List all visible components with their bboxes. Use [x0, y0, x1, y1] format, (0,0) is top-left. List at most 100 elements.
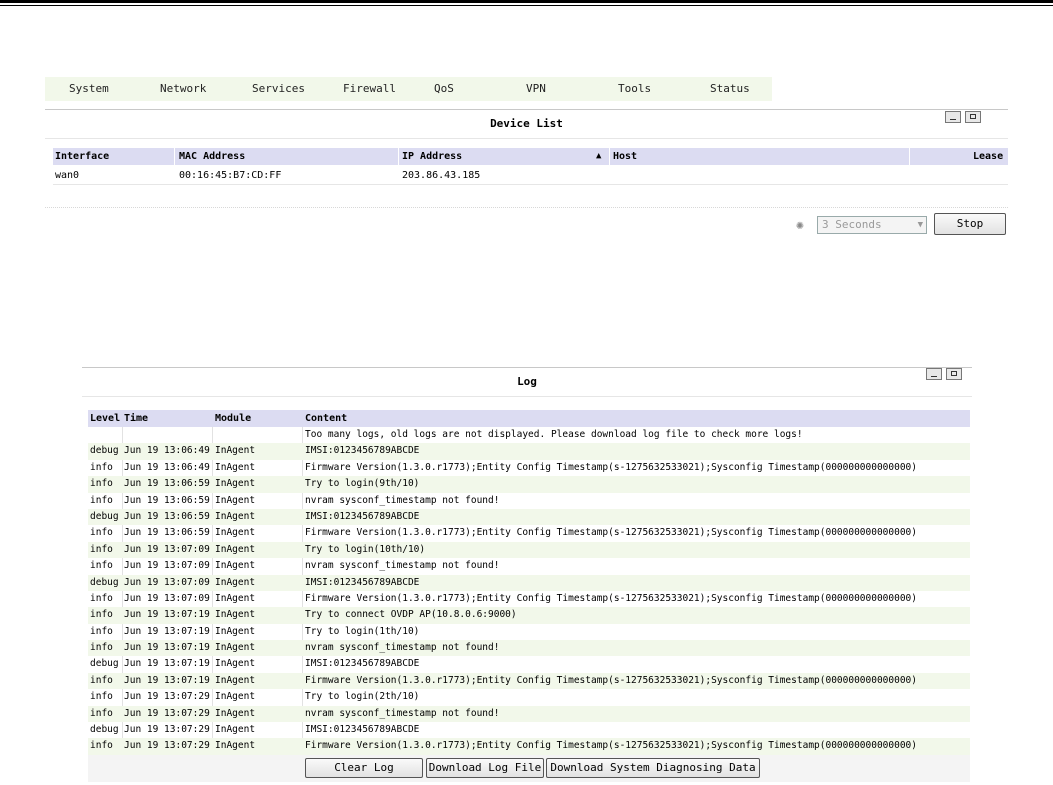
minimize-button[interactable]: [926, 368, 942, 380]
log-module: InAgent: [215, 560, 256, 572]
log-module: InAgent: [215, 527, 256, 539]
cell-mac: 00:16:45:B7:CD:FF: [179, 170, 282, 181]
log-module: InAgent: [215, 461, 256, 473]
log-time: Jun 19 13:06:49: [124, 461, 210, 473]
log-module: InAgent: [215, 543, 256, 555]
log-time: Jun 19 13:07:19: [124, 609, 210, 621]
device-table-header: Interface MAC Address IP Address ▲ Host …: [53, 148, 1008, 165]
col-time[interactable]: Time: [124, 410, 148, 427]
panel-divider: [45, 207, 1008, 208]
log-module: InAgent: [215, 724, 256, 736]
main-menu: System Network Services Firewall QoS VPN…: [45, 77, 772, 101]
menu-tools[interactable]: Tools: [618, 77, 651, 101]
log-row: debug Jun 19 13:07:29 InAgent IMSI:01234567…: [88, 722, 970, 738]
col-ip-address[interactable]: IP Address: [402, 148, 462, 165]
log-level: info: [90, 707, 113, 719]
menu-firewall[interactable]: Firewall: [343, 77, 396, 101]
menu-services[interactable]: Services: [252, 77, 305, 101]
log-window-controls: [926, 368, 962, 381]
minimize-button[interactable]: [945, 111, 961, 123]
panel-divider: [82, 396, 972, 397]
col-host[interactable]: Host: [613, 148, 637, 165]
menu-vpn[interactable]: VPN: [526, 77, 546, 101]
log-content: Try to login(10th/10): [305, 543, 426, 555]
log-notice: Too many logs, old logs are not displaye…: [305, 429, 803, 440]
panel-divider: [45, 138, 1008, 139]
cell-interface: wan0: [55, 170, 80, 181]
maximize-button[interactable]: [946, 368, 962, 380]
maximize-icon: [951, 371, 957, 376]
log-content: Firmware Version(1.3.0.r1773);Entity Con…: [305, 740, 917, 752]
log-content: IMSI:0123456789ABCDE: [305, 576, 420, 588]
log-row: info Jun 19 13:07:09 InAgent Try to login(1…: [88, 541, 970, 559]
log-level: info: [90, 527, 113, 539]
log-module: InAgent: [215, 478, 256, 490]
log-module: InAgent: [215, 691, 256, 703]
log-time: Jun 19 13:07:09: [124, 592, 210, 604]
log-level: debug: [90, 576, 119, 588]
log-rows: debug Jun 19 13:06:49 InAgent IMSI:01234567…: [88, 443, 970, 755]
log-level: info: [90, 642, 113, 654]
log-row: info Jun 19 13:07:19 InAgent nvram sysconf_…: [88, 640, 970, 657]
log-module: InAgent: [215, 625, 256, 637]
log-level: info: [90, 674, 113, 686]
log-time: Jun 19 13:07:29: [124, 691, 210, 703]
log-level: info: [90, 478, 113, 490]
log-row: info Jun 19 13:06:59 InAgent Firmware Versi…: [88, 525, 970, 541]
log-row: info Jun 19 13:07:29 InAgent nvram sysconf_…: [88, 705, 970, 723]
minimize-icon: [931, 376, 937, 377]
menu-qos[interactable]: QoS: [434, 77, 454, 101]
maximize-button[interactable]: [965, 111, 981, 123]
log-row: info Jun 19 13:07:09 InAgent Firmware Versi…: [88, 591, 970, 607]
stop-button[interactable]: Stop: [934, 213, 1006, 235]
top-border-thin: [0, 5, 1053, 6]
refresh-interval-select[interactable]: 3 Seconds ▼: [817, 216, 927, 234]
download-diagnosing-data-button[interactable]: Download System Diagnosing Data: [546, 757, 760, 778]
download-log-file-button[interactable]: Download Log File: [426, 757, 544, 778]
log-row: debug Jun 19 13:07:19 InAgent IMSI:01234567…: [88, 656, 970, 672]
column-separator: [909, 148, 910, 165]
col-module[interactable]: Module: [215, 410, 251, 427]
log-content: Try to login(9th/10): [305, 478, 420, 490]
log-row: info Jun 19 13:06:49 InAgent Firmware Versi…: [88, 460, 970, 476]
col-mac-address[interactable]: MAC Address: [179, 148, 245, 165]
menu-status[interactable]: Status: [710, 77, 750, 101]
menu-network[interactable]: Network: [160, 77, 206, 101]
log-notice-row: Too many logs, old logs are not displaye…: [88, 427, 970, 443]
col-content[interactable]: Content: [305, 410, 347, 427]
log-content: Firmware Version(1.3.0.r1773);Entity Con…: [305, 527, 917, 539]
device-list-window-controls: [945, 111, 981, 124]
col-lease[interactable]: Lease: [973, 148, 1003, 165]
col-level[interactable]: Level: [90, 410, 120, 427]
log-module: InAgent: [215, 494, 256, 506]
log-row: debug Jun 19 13:07:09 InAgent IMSI:01234567…: [88, 574, 970, 591]
device-list-title: Device List: [490, 117, 563, 130]
cell-ip: 203.86.43.185: [402, 170, 481, 181]
log-time: Jun 19 13:07:09: [124, 576, 210, 588]
menu-system[interactable]: System: [69, 77, 109, 101]
maximize-icon: [970, 114, 976, 119]
clear-log-button[interactable]: Clear Log: [305, 757, 423, 778]
log-module: InAgent: [215, 658, 256, 670]
log-row: info Jun 19 13:07:19 InAgent Try to connect…: [88, 607, 970, 624]
log-level: info: [90, 609, 113, 621]
log-time: Jun 19 13:07:19: [124, 658, 210, 670]
log-time: Jun 19 13:07:29: [124, 707, 210, 719]
log-content: Try to login(1th/10): [305, 625, 420, 637]
log-row: debug Jun 19 13:06:59 InAgent IMSI:01234567…: [88, 508, 970, 526]
log-module: InAgent: [215, 674, 256, 686]
top-border: [0, 0, 1053, 3]
log-content: Firmware Version(1.3.0.r1773);Entity Con…: [305, 674, 917, 686]
loading-spinner-icon: ✺: [796, 218, 804, 233]
log-time: Jun 19 13:07:09: [124, 543, 210, 555]
log-row: info Jun 19 13:07:19 InAgent Try to login(1…: [88, 624, 970, 640]
log-module: InAgent: [215, 642, 256, 654]
log-content: nvram sysconf_timestamp not found!: [305, 642, 500, 654]
log-level: info: [90, 494, 113, 506]
log-level: info: [90, 461, 113, 473]
col-interface[interactable]: Interface: [55, 148, 109, 165]
log-time: Jun 19 13:06:59: [124, 510, 210, 522]
log-content: Try to login(2th/10): [305, 691, 420, 703]
log-row: info Jun 19 13:07:19 InAgent Firmware Versi…: [88, 672, 970, 690]
log-content: IMSI:0123456789ABCDE: [305, 724, 420, 736]
